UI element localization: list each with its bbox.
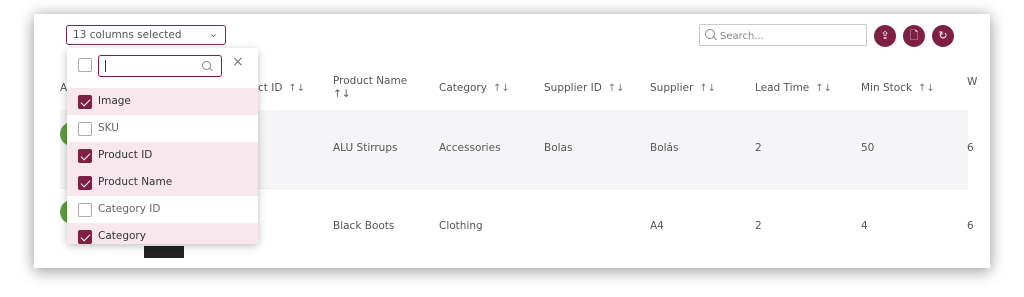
column-option-label: SKU: [98, 122, 119, 134]
checkbox[interactable]: [78, 149, 92, 163]
refresh-button[interactable]: ↻: [932, 25, 954, 47]
cell-supplier-id: Bolas: [544, 142, 573, 154]
column-option-label: Product Name: [98, 176, 173, 188]
search-icon: [202, 61, 211, 70]
sort-icon: ↑↓: [288, 83, 306, 94]
sort-icon: ↑↓: [815, 83, 833, 94]
checkbox[interactable]: [78, 122, 92, 136]
header-lead-time-label: Lead Time: [755, 82, 810, 94]
header-product-id-label: ct ID: [258, 82, 283, 94]
close-icon[interactable]: ×: [232, 54, 244, 70]
header-supplier-label: Supplier: [650, 82, 694, 94]
document-icon: 🗋: [909, 29, 919, 42]
sort-icon: ↑↓: [607, 83, 625, 94]
header-supplier-id-label: Supplier ID: [544, 82, 602, 94]
column-option-sku[interactable]: SKU: [67, 115, 258, 142]
sort-icon: ↑↓: [492, 83, 510, 94]
column-option-image[interactable]: Image: [67, 88, 258, 115]
column-option-label: Product ID: [98, 149, 153, 161]
cell-category: Clothing: [439, 220, 483, 232]
cell-supplier: Bolás: [650, 142, 679, 154]
column-option-label: Category: [98, 230, 146, 242]
header-product-id[interactable]: ct ID ↑↓: [258, 82, 305, 94]
header-category[interactable]: Category ↑↓: [439, 82, 510, 94]
column-option-label: Image: [98, 95, 131, 107]
column-option-label: Category ID: [98, 203, 161, 215]
cell-last: 6: [967, 220, 974, 232]
cell-min-stock: 50: [861, 142, 875, 154]
cell-supplier: A4: [650, 220, 664, 232]
column-selector[interactable]: 13 columns selected ⌄: [66, 25, 226, 45]
column-selector-label: 13 columns selected: [73, 29, 182, 41]
cell-category: Accessories: [439, 142, 501, 154]
text-caret: [105, 60, 106, 72]
upload-icon: ⇪: [880, 29, 890, 42]
refresh-icon: ↻: [938, 29, 948, 42]
product-thumbnail: [144, 246, 184, 258]
search-input[interactable]: [718, 27, 862, 45]
header-supplier-id[interactable]: Supplier ID ↑↓: [544, 82, 625, 94]
checkbox[interactable]: [78, 95, 92, 109]
checkbox[interactable]: [78, 176, 92, 190]
upload-button[interactable]: ⇪: [874, 25, 896, 47]
header-supplier[interactable]: Supplier ↑↓: [650, 82, 716, 94]
column-chooser-dropdown: × Image SKU Product ID Product Name Cate…: [67, 48, 258, 244]
sort-icon[interactable]: ↑↓: [333, 88, 351, 100]
column-option-product-name[interactable]: Product Name: [67, 169, 258, 196]
cell-product-name: Black Boots: [333, 220, 395, 232]
cell-last: 6: [967, 142, 974, 154]
checkbox[interactable]: [78, 230, 92, 244]
select-all-checkbox[interactable]: [78, 58, 92, 72]
header-product-name[interactable]: Product Name: [333, 75, 407, 87]
header-last[interactable]: W: [967, 76, 977, 88]
checkbox[interactable]: [78, 203, 92, 217]
cell-lead-time: 2: [755, 142, 762, 154]
chevron-down-icon: ⌄: [208, 27, 218, 40]
column-option-category[interactable]: Category: [67, 223, 258, 244]
sort-icon: ↑↓: [918, 83, 935, 94]
column-option-category-id[interactable]: Category ID: [67, 196, 258, 223]
sort-icon: ↑↓: [699, 83, 717, 94]
cell-lead-time: 2: [755, 220, 762, 232]
search-icon: [705, 29, 715, 39]
column-filter-input[interactable]: [98, 55, 222, 77]
cell-product-name: ALU Stirrups: [333, 142, 398, 154]
dropdown-header: ×: [67, 48, 258, 86]
header-lead-time[interactable]: Lead Time ↑↓: [755, 82, 832, 94]
header-min-stock[interactable]: Min Stock ↑↓: [861, 82, 935, 94]
column-option-product-id[interactable]: Product ID: [67, 142, 258, 169]
document-button[interactable]: 🗋: [903, 25, 925, 47]
search-box[interactable]: [699, 24, 867, 46]
cell-min-stock: 4: [861, 220, 868, 232]
header-category-label: Category: [439, 82, 487, 94]
header-min-stock-label: Min Stock: [861, 82, 913, 94]
